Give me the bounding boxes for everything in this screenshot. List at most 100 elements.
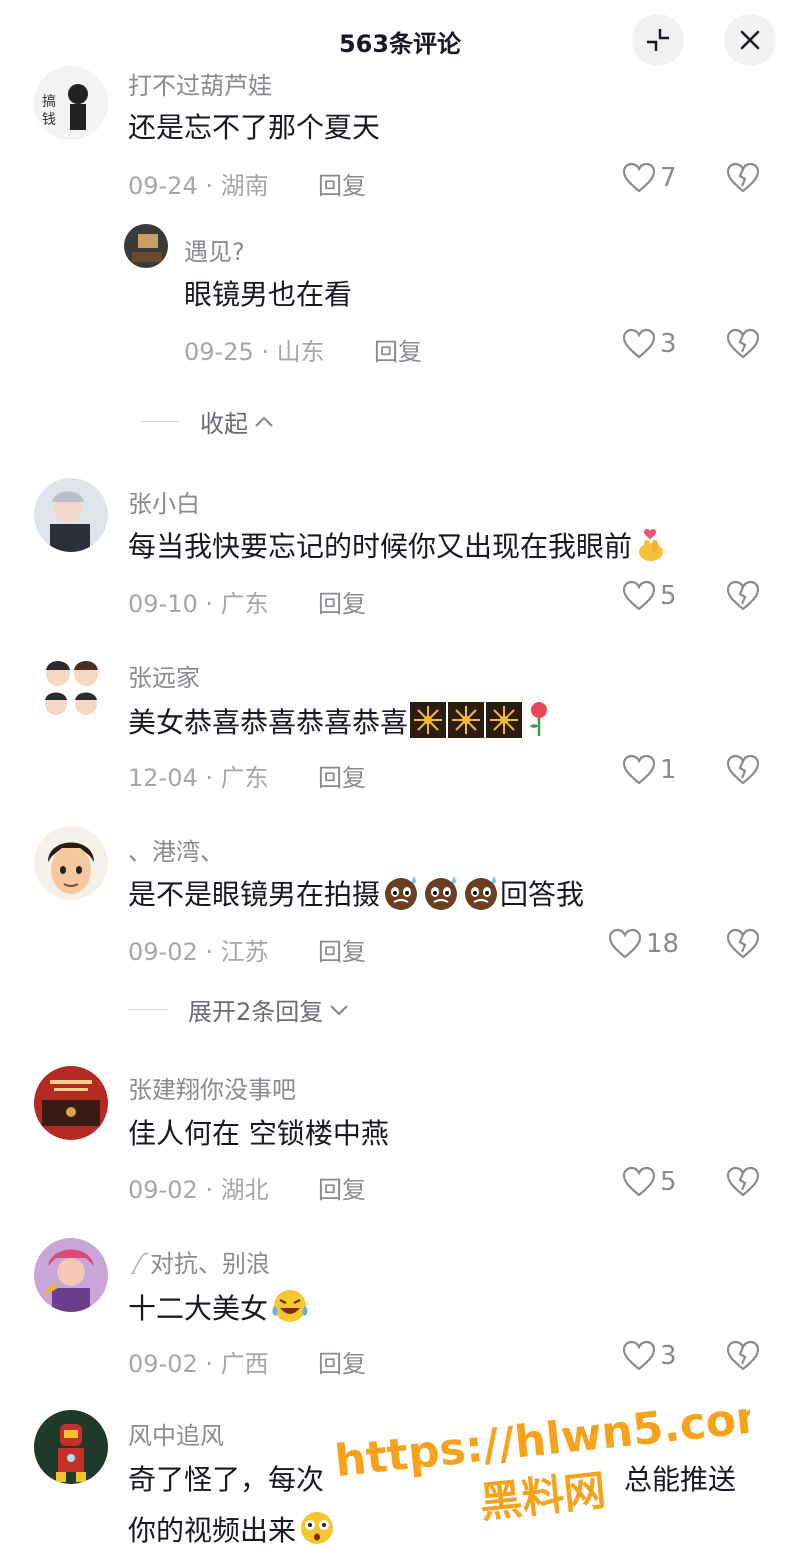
user-avatar[interactable] <box>124 224 168 268</box>
broken-heart-icon <box>726 928 760 959</box>
broken-heart-icon <box>726 328 760 359</box>
comment-text: 还是忘不了那个夏天 <box>128 111 381 144</box>
like-button[interactable]: 5 <box>622 1166 677 1198</box>
username[interactable]: 、港湾、 <box>128 832 224 867</box>
comment-text: 十二大美女 <box>128 1286 310 1329</box>
comment-text: 每当我快要忘记的时候你又出现在我眼前 <box>128 526 668 567</box>
fireworks-icon <box>448 702 485 738</box>
like-count: 7 <box>660 163 677 193</box>
user-avatar[interactable] <box>34 1410 108 1484</box>
username[interactable]: 张小白 <box>128 484 200 519</box>
heart-icon <box>622 328 656 359</box>
svg-text:钱: 钱 <box>42 112 56 128</box>
fireworks-icon <box>410 702 447 738</box>
broken-heart-icon <box>726 754 760 785</box>
divider <box>128 1009 168 1010</box>
sweating-face-icon <box>385 876 418 910</box>
username[interactable]: 张建翔你没事吧 <box>128 1070 296 1105</box>
sweating-face-icon <box>425 876 458 910</box>
sweating-face-icon <box>465 876 498 910</box>
heart-icon <box>622 580 656 611</box>
expand-label: 展开2条回复 <box>188 998 324 1026</box>
comment-meta: 09-25 · 山东 <box>184 338 325 366</box>
collapse-replies-button[interactable]: 收起 <box>140 404 276 439</box>
rose-icon <box>530 702 548 736</box>
comment-text: 眼镜男也在看 <box>184 278 353 311</box>
dislike-button[interactable] <box>726 328 760 364</box>
comment-text-line: 奇了怪了，每次 <box>128 1463 325 1496</box>
expand-replies-button[interactable]: 展开2条回复 <box>128 992 351 1027</box>
like-button[interactable]: 3 <box>622 328 677 360</box>
like-button[interactable]: 7 <box>622 162 677 194</box>
broken-heart-icon <box>726 1166 760 1197</box>
user-avatar[interactable] <box>34 1066 108 1140</box>
comment-meta: 09-02 · 广西 <box>128 1350 269 1378</box>
heart-icon <box>622 1340 656 1371</box>
comment-meta: 09-10 · 广东 <box>128 590 269 618</box>
close-icon <box>740 30 760 50</box>
reply-button[interactable]: 回复 <box>318 1344 366 1379</box>
shrink-button[interactable] <box>632 14 684 66</box>
username[interactable]: 对抗、别浪 <box>128 1244 270 1279</box>
chevron-up-icon <box>255 415 273 427</box>
comment-text: 美女恭喜恭喜恭喜恭喜 <box>128 700 554 743</box>
laughing-face-icon <box>272 1290 308 1322</box>
username[interactable]: 打不过葫芦娃 <box>128 66 272 101</box>
reply-button[interactable]: 回复 <box>318 758 366 793</box>
comment-meta: 09-24 · 湖南 <box>128 172 269 200</box>
dislike-button[interactable] <box>726 1340 760 1376</box>
like-button[interactable]: 1 <box>622 754 677 786</box>
user-avatar[interactable]: 搞钱 <box>34 66 108 140</box>
comment-text: 佳人何在 空锁楼中燕 <box>128 1117 389 1150</box>
user-avatar[interactable] <box>34 1238 108 1312</box>
heart-icon <box>608 928 642 959</box>
fireworks-icon <box>486 702 523 738</box>
dislike-button[interactable] <box>726 928 760 964</box>
like-button[interactable]: 5 <box>622 580 677 612</box>
collapse-label: 收起 <box>200 410 248 438</box>
broken-heart-icon <box>726 580 760 611</box>
heart-icon <box>622 1166 656 1197</box>
comment-meta: 09-02 · 湖北 <box>128 1176 269 1204</box>
dislike-button[interactable] <box>726 580 760 616</box>
reply-button[interactable]: 回复 <box>318 1170 366 1205</box>
like-button[interactable]: 18 <box>608 928 679 960</box>
close-button[interactable] <box>724 14 776 66</box>
like-count: 3 <box>660 329 677 359</box>
comments-header: 563条评论 <box>0 0 800 80</box>
username[interactable]: 风中追风 <box>128 1416 224 1451</box>
watermark-name: 黑料网 <box>478 1465 608 1525</box>
user-avatar[interactable] <box>34 826 108 900</box>
like-count: 3 <box>660 1341 677 1371</box>
like-count: 1 <box>660 755 677 785</box>
reply-button[interactable]: 回复 <box>374 332 422 367</box>
username[interactable]: 遇见? <box>184 232 245 267</box>
like-count: 5 <box>660 1167 677 1197</box>
user-avatar[interactable] <box>34 478 108 552</box>
comment-text: 是不是眼镜男在拍摄 回答我 <box>128 874 584 915</box>
comment-meta: 12-04 · 广东 <box>128 764 269 792</box>
broken-heart-icon <box>726 1340 760 1371</box>
like-count: 18 <box>646 929 680 959</box>
chevron-down-icon <box>330 1004 349 1016</box>
shrink-icon <box>647 29 669 51</box>
svg-text:搞: 搞 <box>42 94 56 110</box>
comment-meta: 09-02 · 江苏 <box>128 938 269 966</box>
reply-button[interactable]: 回复 <box>318 584 366 619</box>
heart-icon <box>622 754 656 785</box>
heart-icon <box>622 162 656 193</box>
reply-button[interactable]: 回复 <box>318 166 366 201</box>
reply-button[interactable]: 回复 <box>318 932 366 967</box>
dislike-button[interactable] <box>726 162 760 198</box>
brush-icon <box>130 1252 149 1275</box>
watermark-overlay: https://hlwn5.com 黑料网 <box>331 1395 750 1525</box>
comment-text-line: 你的视频出来 <box>128 1510 336 1551</box>
dislike-button[interactable] <box>726 1166 760 1202</box>
divider <box>140 421 180 422</box>
user-avatar[interactable] <box>34 652 108 726</box>
like-count: 5 <box>660 581 677 611</box>
like-button[interactable]: 3 <box>622 1340 677 1372</box>
finger-heart-icon <box>639 529 664 561</box>
dislike-button[interactable] <box>726 754 760 790</box>
username[interactable]: 张远家 <box>128 658 200 693</box>
